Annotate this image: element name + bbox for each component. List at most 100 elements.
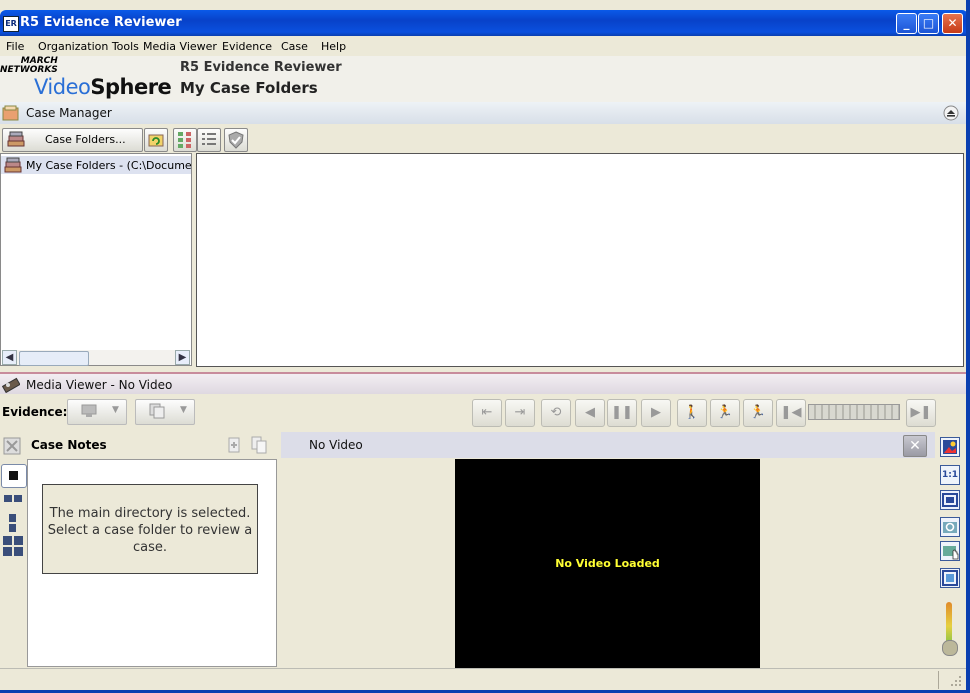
- scroll-left-icon[interactable]: ◀: [2, 350, 17, 365]
- video-title: No Video: [309, 438, 363, 452]
- pause-icon: ❚❚: [611, 405, 633, 420]
- menu-media-viewer[interactable]: Media Viewer: [143, 40, 217, 53]
- layout-quad-button[interactable]: [1, 535, 25, 557]
- snapshot-icon: [942, 570, 958, 586]
- case-notes-title: Case Notes: [31, 438, 107, 452]
- evidence-source-dropdown[interactable]: ▼: [135, 399, 195, 425]
- tree-item-label: My Case Folders - (C:\Documents: [26, 159, 191, 172]
- logo-video: Video: [34, 75, 91, 99]
- collapse-icon[interactable]: [943, 105, 959, 121]
- media-viewer-bar: Media Viewer - No Video: [0, 372, 966, 396]
- menu-organization-tools[interactable]: Organization Tools: [38, 40, 139, 53]
- two-vertical-icon-part: [9, 524, 16, 532]
- case-manager-title: Case Manager: [26, 106, 112, 120]
- volume-slider-thumb[interactable]: [942, 640, 958, 656]
- videosphere-logo: VideoSphere: [34, 75, 172, 99]
- zoom-button[interactable]: [940, 517, 960, 537]
- window-frame-right: [966, 0, 970, 693]
- window-title-bar[interactable]: ER R5 Evidence Reviewer _ □ ✕: [0, 10, 968, 36]
- play-button[interactable]: ▶: [641, 399, 671, 427]
- jogging-icon: 🏃: [716, 405, 734, 420]
- slow-speed-button[interactable]: 🚶: [677, 399, 707, 427]
- two-horizontal-icon: [4, 495, 12, 502]
- normal-speed-button[interactable]: 🏃: [710, 399, 740, 427]
- close-video-button[interactable]: ✕: [903, 435, 927, 457]
- maximize-button[interactable]: □: [918, 13, 939, 34]
- case-folder-tree[interactable]: My Case Folders - (C:\Documents ◀ ▶: [0, 153, 192, 366]
- zoom-icon: [943, 522, 957, 533]
- menu-help[interactable]: Help: [321, 40, 346, 53]
- case-notes-panel[interactable]: The main directory is selected. Select a…: [27, 459, 277, 667]
- tree-view-button[interactable]: [173, 128, 197, 152]
- reverse-button[interactable]: ◀: [575, 399, 605, 427]
- running-icon: 🏃: [749, 405, 767, 420]
- evidence-toolbar: Evidence: ▼ ▼ ⇤ ⇥ ⟲ ◀ ❚❚ ▶ 🚶 🏃 🏃 ❚◀ ▶❚: [0, 394, 966, 430]
- copy-icon: [149, 403, 165, 419]
- go-to-end-button[interactable]: ▶❚: [906, 399, 936, 427]
- layout-two-horizontal-button[interactable]: [1, 490, 25, 512]
- video-header: No Video ✕: [281, 432, 935, 458]
- logo-line2: NETWORKS: [0, 65, 58, 75]
- maximize-icon: □: [922, 16, 935, 30]
- add-note-icon[interactable]: [226, 436, 244, 454]
- step-forward-button[interactable]: ⇥: [505, 399, 535, 427]
- march-networks-logo: MARCH NETWORKS: [0, 57, 58, 75]
- logo-sphere: Sphere: [90, 75, 172, 99]
- layout-two-vertical-button[interactable]: [1, 512, 25, 534]
- tree-view-icon: [178, 132, 191, 148]
- actual-size-icon: 1:1: [941, 470, 959, 480]
- details-view-icon: [202, 133, 216, 145]
- timeline-slider[interactable]: [808, 404, 900, 420]
- verify-button[interactable]: [224, 128, 248, 152]
- refresh-folder-icon: [148, 134, 164, 147]
- go-to-start-button[interactable]: ❚◀: [776, 399, 806, 427]
- pause-button[interactable]: ❚❚: [607, 399, 637, 427]
- case-folders-button[interactable]: Case Folders...: [2, 128, 143, 152]
- fit-window-button[interactable]: [940, 490, 960, 510]
- resize-grip-icon[interactable]: [950, 675, 962, 687]
- chevron-down-icon: ▼: [112, 405, 119, 415]
- minimize-button[interactable]: _: [896, 13, 917, 34]
- scroll-right-icon[interactable]: ▶: [175, 350, 190, 365]
- loop-button[interactable]: ⟲: [541, 399, 571, 427]
- hand-icon: [943, 546, 959, 560]
- evidence-label: Evidence:: [2, 405, 68, 419]
- menu-evidence[interactable]: Evidence: [222, 40, 272, 53]
- layout-single-button[interactable]: [1, 464, 27, 488]
- fast-speed-button[interactable]: 🏃: [743, 399, 773, 427]
- details-view-button[interactable]: [197, 128, 221, 152]
- case-folders-label: Case Folders...: [45, 133, 126, 146]
- media-viewer-title: Media Viewer - No Video: [26, 378, 173, 392]
- snapshot-button[interactable]: [940, 568, 960, 588]
- copy-note-icon[interactable]: [250, 436, 268, 454]
- menu-case[interactable]: Case: [281, 40, 308, 53]
- expand-icon[interactable]: [3, 437, 21, 455]
- case-list-pane[interactable]: [196, 153, 964, 367]
- case-notes-message: The main directory is selected. Select a…: [42, 484, 258, 574]
- refresh-button[interactable]: [144, 128, 168, 152]
- tree-item-my-case-folders[interactable]: My Case Folders - (C:\Documents: [1, 156, 191, 174]
- actual-size-button[interactable]: 1:1: [940, 465, 960, 485]
- chevron-down-icon: ▼: [180, 405, 187, 415]
- play-icon: ▶: [651, 405, 661, 420]
- case-toolbar: Case Folders...: [0, 124, 966, 152]
- books-icon: [4, 157, 22, 173]
- scroll-thumb[interactable]: [19, 351, 89, 366]
- image-adjust-button[interactable]: [940, 437, 960, 457]
- two-horizontal-icon-part: [14, 495, 22, 502]
- menu-file[interactable]: File: [6, 40, 24, 53]
- books-icon: [7, 131, 25, 147]
- pan-button[interactable]: [940, 541, 960, 561]
- fit-window-icon: [942, 493, 958, 507]
- case-manager-icon: [2, 105, 19, 121]
- minimize-icon: _: [903, 16, 910, 30]
- step-forward-icon: ⇥: [514, 405, 526, 420]
- close-button[interactable]: ✕: [942, 13, 963, 34]
- step-back-button[interactable]: ⇤: [472, 399, 502, 427]
- app-header: MARCH NETWORKS VideoSphere R5 Evidence R…: [0, 56, 968, 105]
- film-reel-icon: [2, 377, 20, 393]
- video-canvas[interactable]: No Video Loaded: [455, 459, 760, 669]
- horizontal-scrollbar[interactable]: ◀ ▶: [2, 350, 190, 366]
- menu-bar: File Organization Tools Media Viewer Evi…: [0, 36, 968, 56]
- evidence-camera-dropdown[interactable]: ▼: [67, 399, 127, 425]
